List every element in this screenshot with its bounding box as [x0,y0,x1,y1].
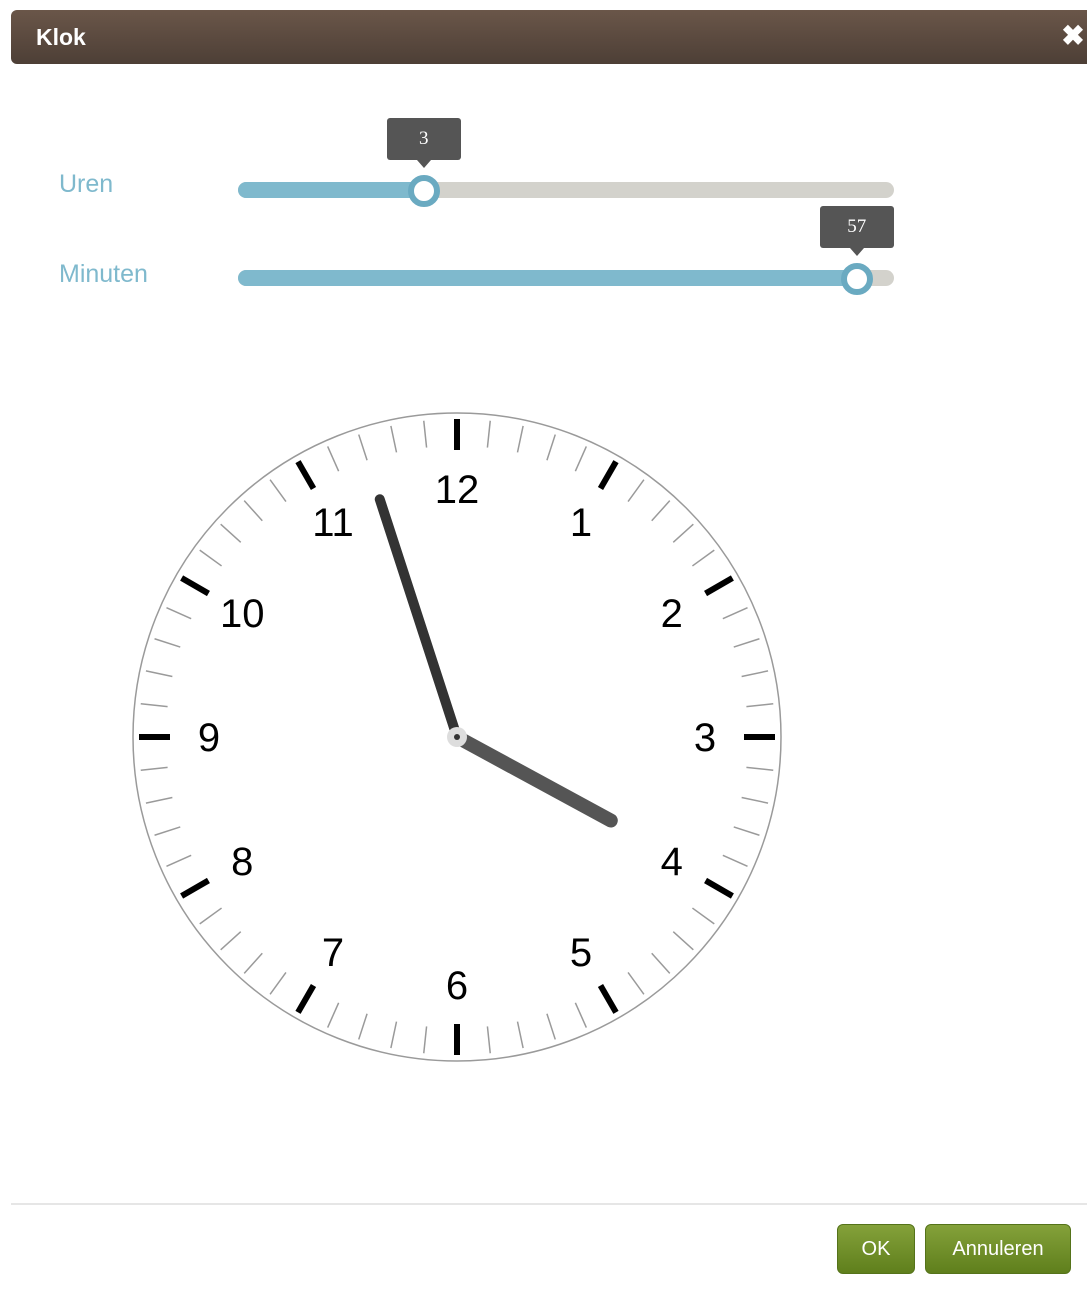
clock-numeral-9: 9 [198,716,220,760]
close-icon[interactable]: ✖ [1061,21,1085,51]
minutes-slider-fill [238,270,857,286]
clock-numeral-10: 10 [220,592,265,636]
clock-numeral-8: 8 [231,840,253,884]
hours-slider-handle[interactable] [407,175,440,207]
minutes-value-tooltip: 57 [819,206,894,256]
clock-numeral-12: 12 [435,468,480,512]
clock-numeral-3: 3 [694,716,716,760]
clock-numeral-6: 6 [446,964,468,1008]
analog-clock: 121234567891011 [132,412,782,1062]
clock-numeral-11: 11 [312,501,354,545]
clock-dialog: Klok ✖ Uren 3 Minuten 57 12 1 2 3 4 5 6 7 8 9 10 11… [0,0,1087,1291]
cancel-button[interactable]: Annuleren [925,1224,1071,1274]
dialog-title: Klok [36,24,86,50]
clock-numeral-1: 1 [570,501,592,545]
hours-slider-track[interactable] [238,182,894,198]
clock-numeral-2: 2 [661,592,683,636]
minutes-slider-handle[interactable] [840,263,873,295]
minutes-label: Minuten [59,260,148,288]
clock-numeral-4: 4 [661,840,683,884]
clock-numeral-7: 7 [322,931,344,975]
dialog-titlebar[interactable]: Klok ✖ [11,10,1087,64]
ok-button[interactable]: OK [837,1224,915,1274]
hours-label: Uren [59,170,114,198]
clock-center-dot [454,734,460,740]
clock-numeral-5: 5 [570,931,592,975]
hours-slider-fill [238,182,424,198]
footer-divider [11,1203,1087,1205]
hours-value-tooltip: 3 [386,118,461,168]
minutes-slider-track[interactable] [238,270,894,286]
